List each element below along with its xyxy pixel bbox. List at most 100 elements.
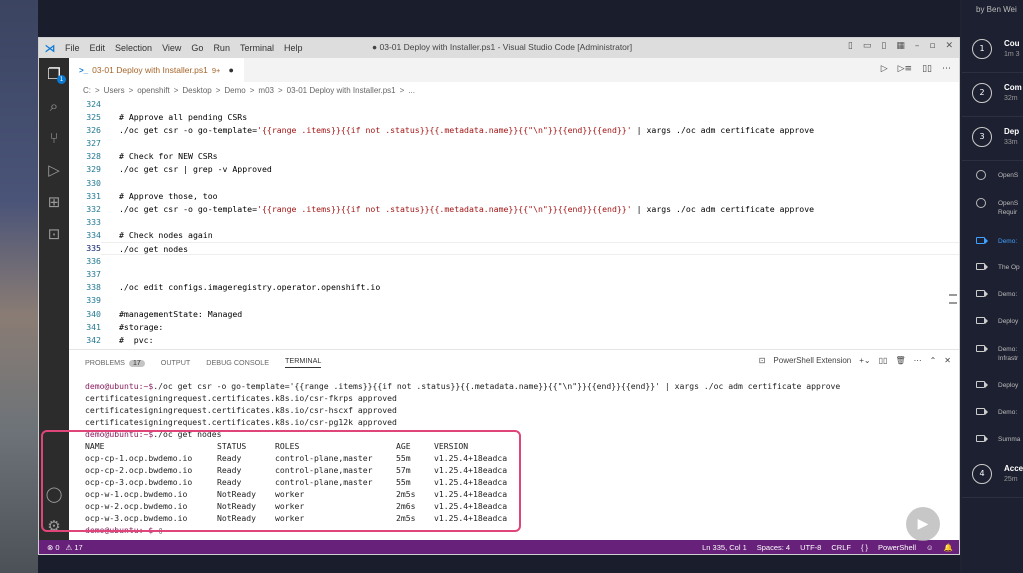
run-selection-icon[interactable]: ▷≡ <box>898 64 912 74</box>
menu-edit[interactable]: Edit <box>90 43 106 53</box>
tab-modified-dot[interactable]: ● <box>228 65 233 75</box>
language-mode[interactable]: { } <box>861 543 868 552</box>
terminal-line: certificatesigningrequest.certificates.k… <box>85 416 959 428</box>
breadcrumb-item[interactable]: C: <box>83 86 91 95</box>
menu-terminal[interactable]: Terminal <box>240 43 274 53</box>
tab-terminal[interactable]: TERMINAL <box>285 356 322 368</box>
code-line[interactable]: 335 ./oc get nodes <box>69 242 959 256</box>
breadcrumb-item[interactable]: 03-01 Deploy with Installer.ps1 <box>287 86 396 95</box>
code-line[interactable]: 329 ./oc get csr | grep -v Approved <box>69 163 959 176</box>
activity-bottom: ◯ ⚙ <box>39 478 69 542</box>
code-line[interactable]: 337 <box>69 268 959 281</box>
course-module[interactable]: 3 Dep 33m <box>962 118 1023 158</box>
terminal-output[interactable]: demo@ubuntu:~$ ./oc get csr -o go-templat… <box>85 380 959 536</box>
menu-help[interactable]: Help <box>284 43 303 53</box>
code-line[interactable]: 338 ./oc edit configs.imageregistry.opera… <box>69 281 959 294</box>
course-clip[interactable]: Deploy <box>962 372 1023 398</box>
course-clip[interactable]: OpenS <box>962 162 1023 188</box>
code-line[interactable]: 336 <box>69 255 959 268</box>
code-line[interactable]: 324 <box>69 98 959 111</box>
tab-installer-ps1[interactable]: >_ 03-01 Deploy with Installer.ps1 9+ ● <box>69 58 244 82</box>
code-line[interactable]: 342 # pvc: <box>69 334 959 347</box>
course-module[interactable]: 2 Com 32m <box>962 74 1023 114</box>
line-ending[interactable]: CRLF <box>831 543 851 552</box>
code-line[interactable]: 340 #managementState: Managed <box>69 308 959 321</box>
code-line[interactable]: 330 <box>69 177 959 190</box>
code-line[interactable]: 341 #storage: <box>69 321 959 334</box>
table-cell: v1.25.4+18eadca <box>434 489 508 499</box>
code-line[interactable]: 331 # Approve those, too <box>69 190 959 203</box>
code-line[interactable]: 325 # Approve all pending CSRs <box>69 111 959 124</box>
code-line[interactable]: 332 ./oc get csr -o go-template='{{range … <box>69 203 959 216</box>
breadcrumb-item[interactable]: Demo <box>224 86 245 95</box>
source-control-icon[interactable]: ⑂ <box>39 122 69 154</box>
breadcrumb-item[interactable]: openshift <box>137 86 169 95</box>
toggle-panel-icon[interactable]: ▭ <box>863 41 872 51</box>
course-clip[interactable]: OpenS Requir <box>962 190 1023 216</box>
customize-layout-icon[interactable]: ▦ <box>896 41 905 51</box>
breadcrumb-item[interactable]: ... <box>408 86 415 95</box>
code-line[interactable]: 339 <box>69 294 959 307</box>
run-debug-icon[interactable]: ▷ <box>39 154 69 186</box>
settings-gear-icon[interactable]: ⚙ <box>39 510 69 542</box>
maximize-panel-icon[interactable]: ⌃ <box>930 356 937 365</box>
minimize-icon[interactable]: – <box>915 41 920 51</box>
course-clip[interactable]: Deploy <box>962 308 1023 334</box>
notifications-bell-icon[interactable]: 🔔 <box>944 543 953 552</box>
restore-icon[interactable]: ▫ <box>929 41 935 51</box>
terminal-line[interactable]: demo@ubuntu:~$ ▯ <box>85 524 959 536</box>
split-terminal-icon[interactable]: ▯▯ <box>879 356 888 365</box>
indentation[interactable]: Spaces: 4 <box>757 543 790 552</box>
code-line[interactable]: 327 <box>69 137 959 150</box>
code-line[interactable]: 326 ./oc get csr -o go-template='{{range … <box>69 124 959 137</box>
course-module[interactable]: 1 Cou 1m 3 <box>962 30 1023 70</box>
course-module[interactable]: 4 Acce 25m <box>962 455 1023 495</box>
kill-terminal-icon[interactable]: 🗑 <box>895 356 905 365</box>
explorer-icon[interactable]: ❐ 1 <box>39 58 69 90</box>
course-clip[interactable]: Demo: <box>962 399 1023 425</box>
course-clip[interactable]: Summa <box>962 426 1023 452</box>
search-icon[interactable]: ⌕ <box>39 90 69 122</box>
more-icon[interactable]: ⋯ <box>914 356 922 365</box>
toggle-sidebar-icon[interactable]: ▯ <box>848 41 853 51</box>
menu-view[interactable]: View <box>162 43 181 53</box>
new-terminal-icon[interactable]: +⌄ <box>859 356 870 365</box>
menu-run[interactable]: Run <box>213 43 230 53</box>
breadcrumb-item[interactable]: Desktop <box>182 86 211 95</box>
tab-output[interactable]: OUTPUT <box>161 358 191 367</box>
run-icon[interactable]: ▷ <box>881 64 888 74</box>
close-icon[interactable]: ✕ <box>945 41 953 51</box>
close-panel-icon[interactable]: ✕ <box>944 356 951 365</box>
table-header: NAME <box>85 441 105 451</box>
code-line[interactable]: 334 # Check nodes again <box>69 229 959 242</box>
code-editor[interactable]: 324 325 # Approve all pending CSRs 326 ./oc … <box>69 98 959 349</box>
menu-selection[interactable]: Selection <box>115 43 152 53</box>
tab-debug-console[interactable]: DEBUG CONSOLE <box>206 358 269 367</box>
cursor-position[interactable]: Ln 335, Col 1 <box>702 543 747 552</box>
account-icon[interactable]: ◯ <box>39 478 69 510</box>
toggle-secondary-sidebar-icon[interactable]: ▯ <box>881 41 886 51</box>
warnings-count[interactable]: ⚠ 17 <box>66 543 83 552</box>
encoding[interactable]: UTF-8 <box>800 543 821 552</box>
breadcrumb-item[interactable]: Users <box>104 86 125 95</box>
breadcrumb-item[interactable]: m03 <box>258 86 274 95</box>
more-actions-icon[interactable]: ⋯ <box>942 64 951 74</box>
powershell-session[interactable]: PowerShell <box>878 543 916 552</box>
play-button-icon[interactable]: ▶ <box>906 507 940 541</box>
terminal-shell-label[interactable]: PowerShell Extension <box>773 356 851 365</box>
errors-count[interactable]: ⊗ 0 <box>47 543 60 552</box>
course-clip[interactable]: Demo: Infrastr <box>962 336 1023 362</box>
code-line[interactable]: 328 # Check for NEW CSRs <box>69 150 959 163</box>
course-clip[interactable]: Demo: <box>962 228 1023 254</box>
menu-file[interactable]: File <box>65 43 80 53</box>
tab-problems[interactable]: PROBLEMS 17 <box>85 358 145 367</box>
course-clip[interactable]: The Op <box>962 254 1023 280</box>
course-clip[interactable]: Demo: <box>962 281 1023 307</box>
extensions-icon[interactable]: ⊞ <box>39 186 69 218</box>
editor-scrollbar[interactable] <box>949 98 957 349</box>
code-line[interactable]: 333 <box>69 216 959 229</box>
feedback-icon[interactable]: ☺ <box>926 543 934 552</box>
powershell-icon[interactable]: ⊡ <box>39 218 69 250</box>
split-editor-icon[interactable]: ▯▯ <box>922 64 932 74</box>
menu-go[interactable]: Go <box>191 43 203 53</box>
